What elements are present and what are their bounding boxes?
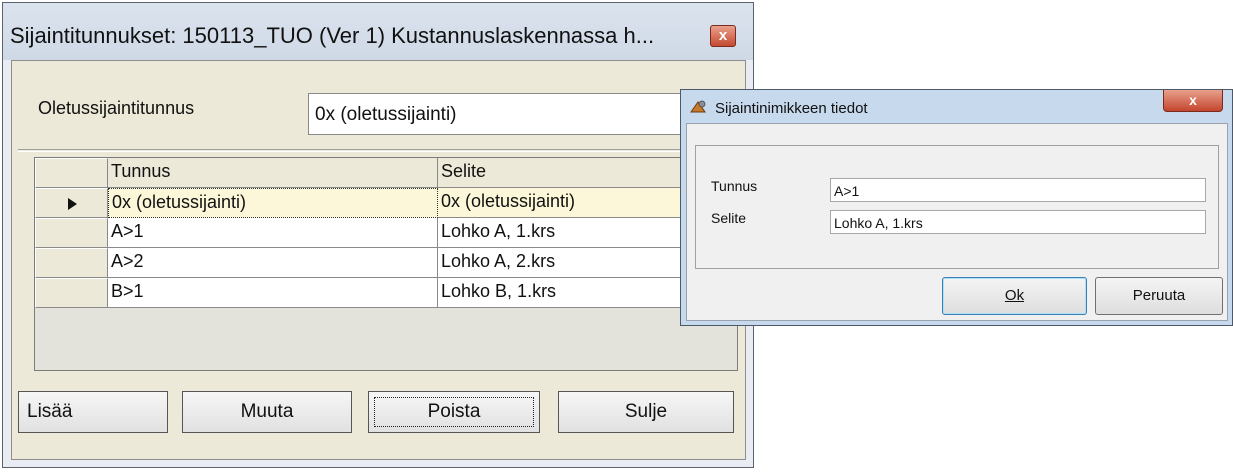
table-row[interactable]: A>2 Lohko A, 2.krs [35, 248, 737, 278]
close-icon: x [1189, 92, 1197, 108]
dialog-close-button[interactable]: x [1163, 90, 1223, 112]
window-close-button[interactable]: x [710, 25, 736, 47]
default-location-label: Oletussijaintitunnus [38, 98, 195, 118]
title-bar[interactable]: Sijaintitunnukset: 150113_TUO (Ver 1) Ku… [3, 3, 753, 60]
cell-tunnus[interactable]: B>1 [108, 278, 438, 308]
location-grid[interactable]: Tunnus Selite 0x (oletussijainti) 0x (ol… [34, 157, 738, 371]
column-header-tunnus[interactable]: Tunnus [108, 158, 438, 188]
close-button[interactable]: Sulje [558, 391, 734, 433]
row-header[interactable] [35, 248, 108, 278]
location-details-dialog: Sijaintinimikkeen tiedot x Tunnus A>1 Se… [680, 89, 1233, 326]
delete-button[interactable]: Poista [368, 391, 540, 433]
window-title: Sijaintitunnukset: 150113_TUO (Ver 1) Ku… [10, 23, 655, 48]
cell-tunnus[interactable]: A>2 [108, 248, 438, 278]
selite-field[interactable]: Lohko A, 1.krs [830, 210, 1206, 234]
selite-label: Selite [711, 210, 747, 226]
app-icon [690, 100, 706, 113]
add-button[interactable]: Lisää [18, 391, 168, 433]
tunnus-field[interactable]: A>1 [830, 178, 1206, 202]
cell-tunnus[interactable]: A>1 [108, 218, 438, 248]
window-client-area: Oletussijaintitunnus 0x (oletussijainti)… [11, 60, 746, 460]
cell-tunnus[interactable]: 0x (oletussijainti) [108, 188, 438, 218]
location-codes-window: Sijaintitunnukset: 150113_TUO (Ver 1) Ku… [2, 2, 754, 468]
row-header[interactable] [35, 278, 108, 308]
table-row[interactable]: 0x (oletussijainti) 0x (oletussijainti) [35, 188, 737, 218]
cancel-button[interactable]: Peruuta [1095, 277, 1223, 315]
tunnus-label: Tunnus [711, 178, 758, 194]
close-icon: x [718, 27, 728, 44]
edit-button[interactable]: Muuta [182, 391, 352, 433]
table-row[interactable]: B>1 Lohko B, 1.krs [35, 278, 737, 308]
ok-button[interactable]: Ok [942, 277, 1087, 315]
ok-button-label: Ok [1004, 287, 1025, 304]
default-location-field[interactable]: 0x (oletussijainti) [308, 93, 738, 135]
current-row-arrow-icon [68, 198, 77, 210]
grid-corner-cell [35, 158, 108, 188]
row-header[interactable] [35, 188, 108, 218]
row-header[interactable] [35, 218, 108, 248]
fields-frame [695, 145, 1219, 269]
table-row[interactable]: A>1 Lohko A, 1.krs [35, 218, 737, 248]
grid-header-row: Tunnus Selite [35, 158, 737, 188]
separator [18, 149, 738, 152]
dialog-client-area: Tunnus A>1 Selite Lohko A, 1.krs Ok Peru… [686, 123, 1228, 321]
dialog-title: Sijaintinimikkeen tiedot [715, 100, 868, 117]
